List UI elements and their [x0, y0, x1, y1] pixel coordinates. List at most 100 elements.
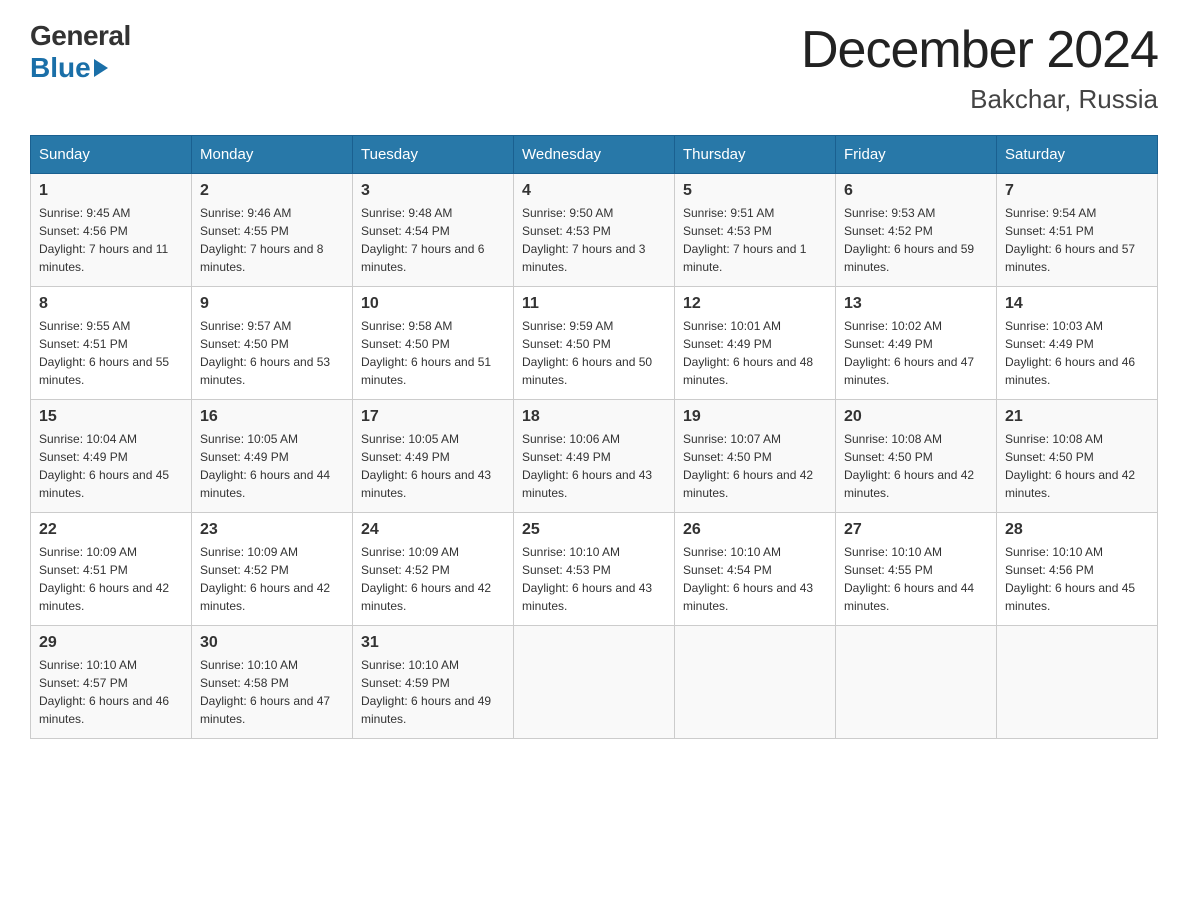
day-number: 30 [200, 634, 344, 652]
day-number: 12 [683, 295, 827, 313]
day-number: 21 [1005, 408, 1149, 426]
header-cell-friday: Friday [836, 136, 997, 174]
day-info: Sunrise: 10:08 AM Sunset: 4:50 PM Daylig… [1005, 430, 1149, 502]
header-cell-thursday: Thursday [675, 136, 836, 174]
calendar-cell: 8 Sunrise: 9:55 AM Sunset: 4:51 PM Dayli… [31, 287, 192, 400]
day-number: 6 [844, 182, 988, 200]
calendar-cell: 15 Sunrise: 10:04 AM Sunset: 4:49 PM Day… [31, 400, 192, 513]
day-info: Sunrise: 10:10 AM Sunset: 4:57 PM Daylig… [39, 656, 183, 728]
calendar-cell: 11 Sunrise: 9:59 AM Sunset: 4:50 PM Dayl… [514, 287, 675, 400]
day-number: 31 [361, 634, 505, 652]
calendar-cell: 26 Sunrise: 10:10 AM Sunset: 4:54 PM Day… [675, 513, 836, 626]
calendar-cell: 5 Sunrise: 9:51 AM Sunset: 4:53 PM Dayli… [675, 174, 836, 287]
calendar-cell: 4 Sunrise: 9:50 AM Sunset: 4:53 PM Dayli… [514, 174, 675, 287]
day-info: Sunrise: 9:50 AM Sunset: 4:53 PM Dayligh… [522, 204, 666, 276]
day-info: Sunrise: 10:10 AM Sunset: 4:55 PM Daylig… [844, 543, 988, 615]
calendar-cell: 9 Sunrise: 9:57 AM Sunset: 4:50 PM Dayli… [192, 287, 353, 400]
day-info: Sunrise: 10:07 AM Sunset: 4:50 PM Daylig… [683, 430, 827, 502]
day-info: Sunrise: 9:48 AM Sunset: 4:54 PM Dayligh… [361, 204, 505, 276]
calendar-cell: 17 Sunrise: 10:05 AM Sunset: 4:49 PM Day… [353, 400, 514, 513]
day-info: Sunrise: 9:55 AM Sunset: 4:51 PM Dayligh… [39, 317, 183, 389]
calendar-week-4: 22 Sunrise: 10:09 AM Sunset: 4:51 PM Day… [31, 513, 1158, 626]
calendar-cell [514, 626, 675, 739]
calendar-cell: 1 Sunrise: 9:45 AM Sunset: 4:56 PM Dayli… [31, 174, 192, 287]
calendar-cell: 22 Sunrise: 10:09 AM Sunset: 4:51 PM Day… [31, 513, 192, 626]
calendar-cell: 29 Sunrise: 10:10 AM Sunset: 4:57 PM Day… [31, 626, 192, 739]
day-info: Sunrise: 10:10 AM Sunset: 4:54 PM Daylig… [683, 543, 827, 615]
calendar-cell: 7 Sunrise: 9:54 AM Sunset: 4:51 PM Dayli… [997, 174, 1158, 287]
location-title: Bakchar, Russia [801, 84, 1158, 115]
day-number: 7 [1005, 182, 1149, 200]
day-number: 19 [683, 408, 827, 426]
page-header: General Blue December 2024 Bakchar, Russ… [30, 20, 1158, 115]
calendar-cell: 28 Sunrise: 10:10 AM Sunset: 4:56 PM Day… [997, 513, 1158, 626]
calendar-cell: 3 Sunrise: 9:48 AM Sunset: 4:54 PM Dayli… [353, 174, 514, 287]
month-title: December 2024 [801, 20, 1158, 80]
header-cell-wednesday: Wednesday [514, 136, 675, 174]
day-number: 26 [683, 521, 827, 539]
day-number: 20 [844, 408, 988, 426]
day-info: Sunrise: 10:04 AM Sunset: 4:49 PM Daylig… [39, 430, 183, 502]
day-info: Sunrise: 10:08 AM Sunset: 4:50 PM Daylig… [844, 430, 988, 502]
calendar-cell: 24 Sunrise: 10:09 AM Sunset: 4:52 PM Day… [353, 513, 514, 626]
day-info: Sunrise: 10:06 AM Sunset: 4:49 PM Daylig… [522, 430, 666, 502]
calendar-cell: 12 Sunrise: 10:01 AM Sunset: 4:49 PM Day… [675, 287, 836, 400]
logo-blue-text: Blue [30, 52, 108, 84]
day-info: Sunrise: 10:09 AM Sunset: 4:52 PM Daylig… [200, 543, 344, 615]
calendar-table: SundayMondayTuesdayWednesdayThursdayFrid… [30, 135, 1158, 739]
day-info: Sunrise: 10:02 AM Sunset: 4:49 PM Daylig… [844, 317, 988, 389]
day-number: 29 [39, 634, 183, 652]
day-info: Sunrise: 10:10 AM Sunset: 4:59 PM Daylig… [361, 656, 505, 728]
title-block: December 2024 Bakchar, Russia [801, 20, 1158, 115]
calendar-cell: 23 Sunrise: 10:09 AM Sunset: 4:52 PM Day… [192, 513, 353, 626]
day-number: 1 [39, 182, 183, 200]
day-number: 10 [361, 295, 505, 313]
header-row: SundayMondayTuesdayWednesdayThursdayFrid… [31, 136, 1158, 174]
day-info: Sunrise: 9:51 AM Sunset: 4:53 PM Dayligh… [683, 204, 827, 276]
logo-general-text: General [30, 20, 131, 52]
calendar-cell: 16 Sunrise: 10:05 AM Sunset: 4:49 PM Day… [192, 400, 353, 513]
day-number: 23 [200, 521, 344, 539]
day-number: 24 [361, 521, 505, 539]
day-info: Sunrise: 10:01 AM Sunset: 4:49 PM Daylig… [683, 317, 827, 389]
day-info: Sunrise: 10:10 AM Sunset: 4:56 PM Daylig… [1005, 543, 1149, 615]
calendar-cell: 31 Sunrise: 10:10 AM Sunset: 4:59 PM Day… [353, 626, 514, 739]
logo-arrow-icon [94, 59, 108, 77]
calendar-week-3: 15 Sunrise: 10:04 AM Sunset: 4:49 PM Day… [31, 400, 1158, 513]
calendar-cell: 14 Sunrise: 10:03 AM Sunset: 4:49 PM Day… [997, 287, 1158, 400]
header-cell-sunday: Sunday [31, 136, 192, 174]
day-number: 9 [200, 295, 344, 313]
calendar-cell [675, 626, 836, 739]
day-number: 22 [39, 521, 183, 539]
calendar-cell: 18 Sunrise: 10:06 AM Sunset: 4:49 PM Day… [514, 400, 675, 513]
day-number: 3 [361, 182, 505, 200]
day-info: Sunrise: 10:03 AM Sunset: 4:49 PM Daylig… [1005, 317, 1149, 389]
day-number: 16 [200, 408, 344, 426]
day-number: 2 [200, 182, 344, 200]
calendar-cell: 21 Sunrise: 10:08 AM Sunset: 4:50 PM Day… [997, 400, 1158, 513]
day-info: Sunrise: 10:10 AM Sunset: 4:58 PM Daylig… [200, 656, 344, 728]
calendar-cell: 10 Sunrise: 9:58 AM Sunset: 4:50 PM Dayl… [353, 287, 514, 400]
day-info: Sunrise: 10:05 AM Sunset: 4:49 PM Daylig… [200, 430, 344, 502]
day-info: Sunrise: 9:58 AM Sunset: 4:50 PM Dayligh… [361, 317, 505, 389]
header-cell-tuesday: Tuesday [353, 136, 514, 174]
calendar-cell: 30 Sunrise: 10:10 AM Sunset: 4:58 PM Day… [192, 626, 353, 739]
day-number: 15 [39, 408, 183, 426]
calendar-cell [836, 626, 997, 739]
calendar-body: 1 Sunrise: 9:45 AM Sunset: 4:56 PM Dayli… [31, 174, 1158, 739]
day-number: 27 [844, 521, 988, 539]
day-number: 14 [1005, 295, 1149, 313]
calendar-cell: 20 Sunrise: 10:08 AM Sunset: 4:50 PM Day… [836, 400, 997, 513]
day-info: Sunrise: 9:53 AM Sunset: 4:52 PM Dayligh… [844, 204, 988, 276]
header-cell-saturday: Saturday [997, 136, 1158, 174]
day-info: Sunrise: 9:54 AM Sunset: 4:51 PM Dayligh… [1005, 204, 1149, 276]
day-info: Sunrise: 9:46 AM Sunset: 4:55 PM Dayligh… [200, 204, 344, 276]
calendar-week-2: 8 Sunrise: 9:55 AM Sunset: 4:51 PM Dayli… [31, 287, 1158, 400]
calendar-cell: 19 Sunrise: 10:07 AM Sunset: 4:50 PM Day… [675, 400, 836, 513]
calendar-cell: 2 Sunrise: 9:46 AM Sunset: 4:55 PM Dayli… [192, 174, 353, 287]
calendar-cell: 27 Sunrise: 10:10 AM Sunset: 4:55 PM Day… [836, 513, 997, 626]
day-number: 17 [361, 408, 505, 426]
day-number: 28 [1005, 521, 1149, 539]
day-number: 5 [683, 182, 827, 200]
calendar-cell: 13 Sunrise: 10:02 AM Sunset: 4:49 PM Day… [836, 287, 997, 400]
